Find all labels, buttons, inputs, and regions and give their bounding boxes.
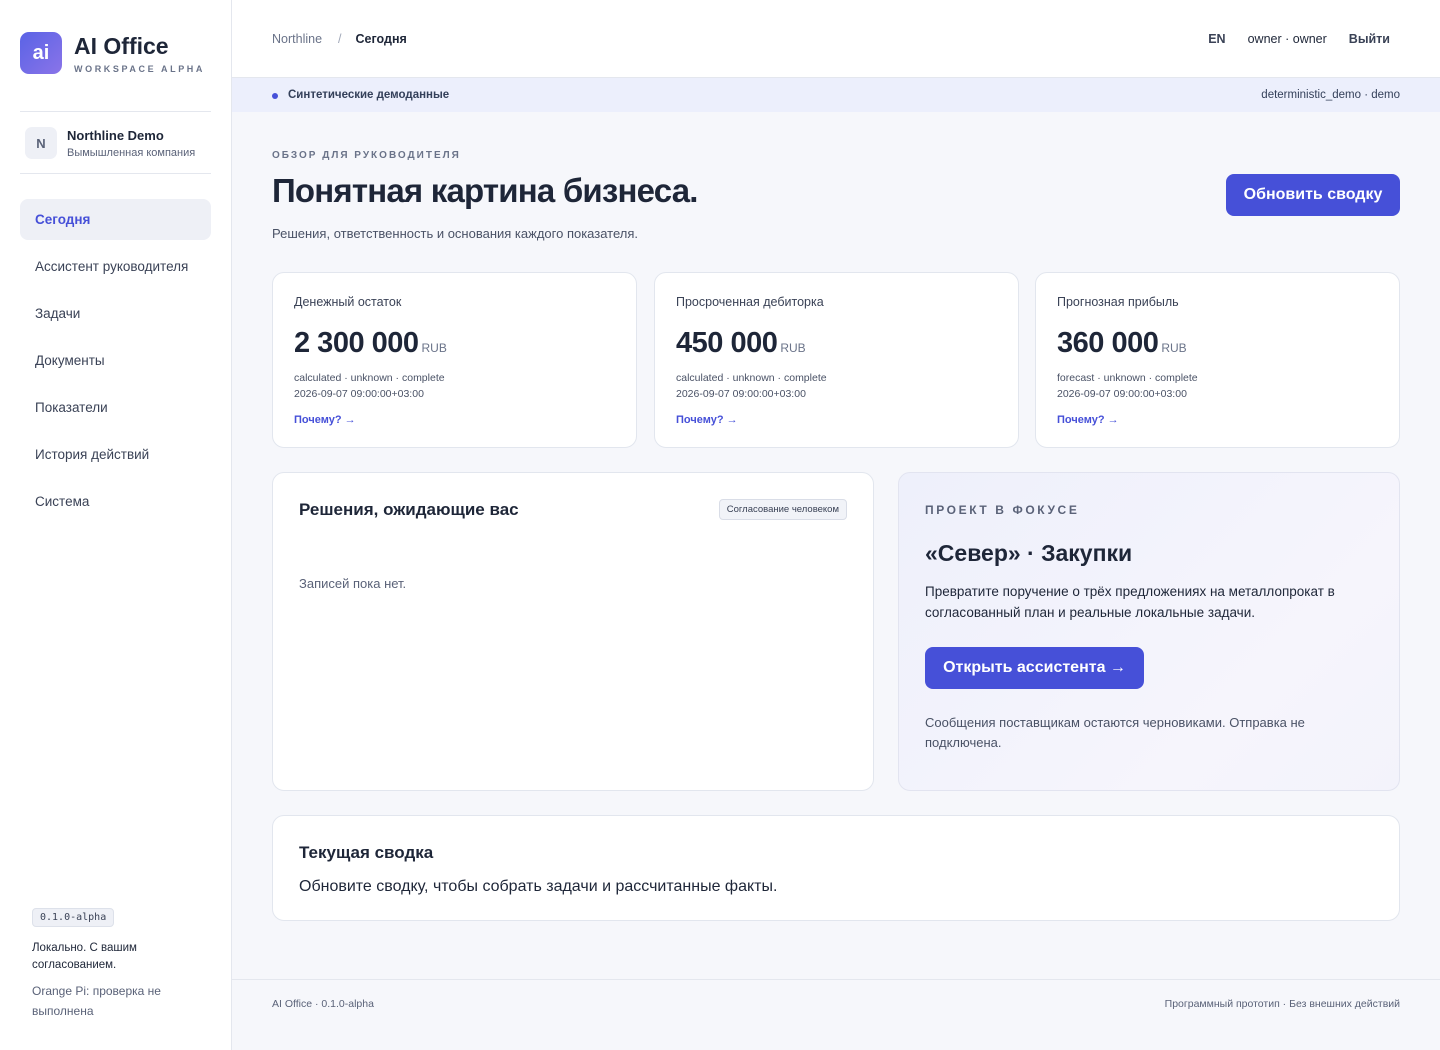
company-avatar: N	[25, 127, 57, 159]
breadcrumb: Northline / Сегодня	[272, 32, 407, 46]
breadcrumb-root[interactable]: Northline	[272, 32, 322, 46]
refresh-summary-button[interactable]: Обновить сводку	[1226, 174, 1400, 216]
status-dot-icon	[272, 93, 278, 99]
divider	[20, 173, 211, 174]
sidebar-nav: Сегодня Ассистент руководителя Задачи До…	[20, 199, 211, 528]
sidebar-item-documents[interactable]: Документы	[20, 340, 211, 381]
company-name: Northline Demo	[67, 127, 164, 143]
summary-text: Обновите сводку, чтобы собрать задачи и …	[299, 878, 778, 895]
decisions-card: Решения, ожидающие вас Согласование чело…	[272, 472, 874, 791]
sidebar-item-tasks[interactable]: Задачи	[20, 293, 211, 334]
kpi-timestamp: 2026-09-07 09:00:00+03:00	[1057, 388, 1187, 400]
kpi-unit: RUB	[421, 341, 447, 355]
kpi-label: Просроченная дебиторка	[676, 295, 824, 309]
focus-description: Превратите поручение о трёх предложениях…	[925, 584, 1335, 620]
company-subtitle: Вымышленная компания	[67, 146, 196, 159]
page-eyebrow: ОБЗОР ДЛЯ РУКОВОДИТЕЛЯ	[272, 150, 461, 161]
kpi-card-cash: Денежный остаток 2 300 000 RUB calculate…	[272, 272, 637, 448]
brand-logo-icon: ai	[20, 32, 62, 74]
breadcrumb-separator: /	[338, 32, 342, 46]
kpi-label: Денежный остаток	[294, 295, 402, 309]
language-switch[interactable]: EN	[1208, 32, 1225, 46]
decisions-title: Решения, ожидающие вас	[299, 500, 519, 519]
kpi-label: Прогнозная прибыль	[1057, 295, 1179, 309]
sidebar-item-today[interactable]: Сегодня	[20, 199, 211, 240]
sidebar-item-metrics[interactable]: Показатели	[20, 387, 211, 428]
topbar-actions: EN owner · owner Выйти	[1208, 32, 1390, 46]
version-badge: 0.1.0-alpha	[32, 908, 115, 927]
breadcrumb-current: Сегодня	[355, 32, 407, 46]
kpi-timestamp: 2026-09-07 09:00:00+03:00	[676, 388, 806, 400]
kpi-value: 2 300 000	[294, 327, 419, 359]
footer-note: Программный прототип · Без внешних дейст…	[1164, 998, 1400, 1010]
kpi-card-profit: Прогнозная прибыль 360 000 RUB forecast …	[1035, 272, 1400, 448]
divider	[20, 111, 211, 112]
focus-note: Сообщения поставщикам остаются черновика…	[925, 715, 1305, 750]
local-note: Локально. С вашим согласованием.	[32, 942, 137, 971]
kpi-timestamp: 2026-09-07 09:00:00+03:00	[294, 388, 424, 400]
brand[interactable]: ai AI Office WORKSPACE ALPHA	[20, 32, 205, 74]
page-footer: AI Office · 0.1.0-alpha Программный прот…	[232, 979, 1440, 1050]
demo-banner-label: Синтетические демоданные	[288, 89, 450, 101]
kpi-unit: RUB	[780, 341, 806, 355]
company-switcher[interactable]: N Northline Demo Вымышленная компания	[25, 127, 195, 159]
kpi-card-overdue: Просроченная дебиторка 450 000 RUB calcu…	[654, 272, 1019, 448]
approval-badge: Согласование человеком	[718, 499, 847, 520]
page-subtitle: Решения, ответственность и основания каж…	[272, 226, 639, 241]
focus-eyebrow: ПРОЕКТ В ФОКУСЕ	[925, 503, 1080, 517]
kpi-value: 360 000	[1057, 327, 1159, 359]
kpi-meta: calculated · unknown · complete	[294, 372, 445, 384]
device-status: Orange Pi: проверка не выполнена	[32, 984, 161, 1018]
brand-subtitle: WORKSPACE ALPHA	[74, 63, 205, 74]
why-link[interactable]: Почему? →	[1057, 414, 1378, 426]
focus-project-card: ПРОЕКТ В ФОКУСЕ «Север» · Закупки Превра…	[898, 472, 1400, 791]
topbar: Northline / Сегодня EN owner · owner Вый…	[232, 0, 1440, 78]
sidebar: ai AI Office WORKSPACE ALPHA N Northline…	[0, 0, 232, 1050]
current-summary-card: Текущая сводка Обновите сводку, чтобы со…	[272, 815, 1400, 921]
focus-title: «Север» · Закупки	[925, 540, 1133, 566]
user-label: owner · owner	[1247, 32, 1327, 46]
kpi-meta: forecast · unknown · complete	[1057, 372, 1198, 384]
page-title: Понятная картина бизнеса.	[272, 172, 698, 209]
sidebar-item-history[interactable]: История действий	[20, 434, 211, 475]
sidebar-item-system[interactable]: Система	[20, 481, 211, 522]
footer-version: AI Office · 0.1.0-alpha	[272, 998, 374, 1010]
demo-banner: Синтетические демоданные deterministic_d…	[232, 78, 1440, 112]
kpi-value: 450 000	[676, 327, 778, 359]
logout-button[interactable]: Выйти	[1349, 32, 1390, 46]
summary-title: Текущая сводка	[299, 843, 434, 862]
kpi-meta: calculated · unknown · complete	[676, 372, 827, 384]
kpi-unit: RUB	[1161, 341, 1187, 355]
sidebar-item-assistant[interactable]: Ассистент руководителя	[20, 246, 211, 287]
open-assistant-button[interactable]: Открыть ассистента →	[925, 647, 1144, 689]
brand-title: AI Office	[74, 32, 169, 59]
sidebar-footer: 0.1.0-alpha Локально. С вашим согласован…	[32, 907, 202, 1021]
demo-mode-label: deterministic_demo · demo	[1261, 89, 1400, 101]
empty-state: Записей пока нет.	[299, 576, 407, 591]
why-link[interactable]: Почему? →	[294, 414, 615, 426]
why-link[interactable]: Почему? →	[676, 414, 997, 426]
